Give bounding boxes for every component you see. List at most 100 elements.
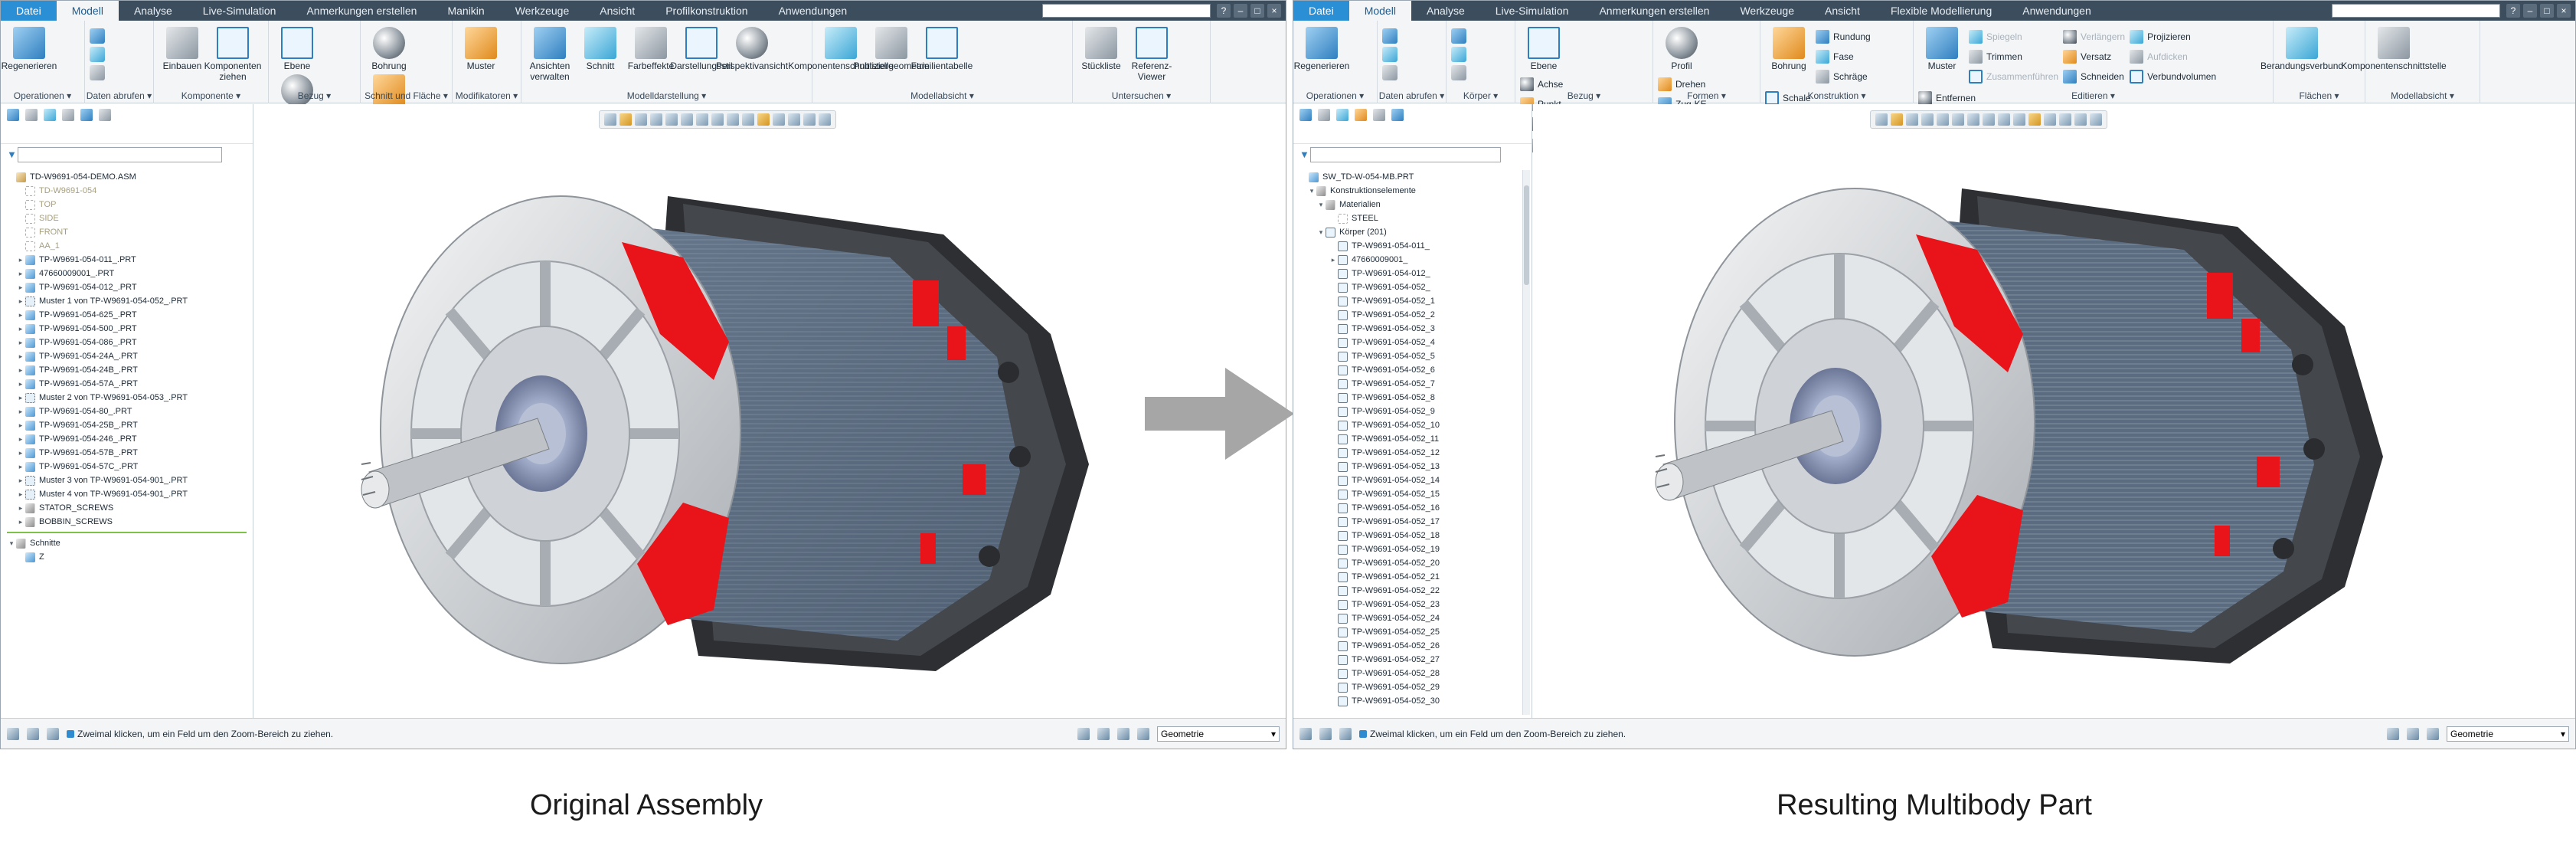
saved-views-icon[interactable] <box>681 113 693 126</box>
help-icon[interactable]: ? <box>2506 4 2520 18</box>
tree-search-input[interactable] <box>18 147 222 162</box>
tab-werkzeuge[interactable]: Werkzeuge <box>500 1 585 21</box>
expand-arrow-icon[interactable]: ▸ <box>16 283 25 292</box>
appearance-icon[interactable] <box>2090 113 2102 126</box>
tree-item[interactable]: ▸ TP-W9691-054-25B_.PRT <box>7 418 247 432</box>
tree-item[interactable]: TOP <box>7 198 247 211</box>
expand-arrow-icon[interactable]: ▸ <box>16 325 25 333</box>
tree-body-item[interactable]: TP-W9691-054-052_21 <box>1299 570 1525 584</box>
expand-arrow-icon[interactable]: ▸ <box>16 504 25 513</box>
ribbon-group-label[interactable]: Daten abrufen ▾ <box>85 90 153 101</box>
ribbon-group-label[interactable]: Editieren ▾ <box>1914 90 2273 101</box>
tool-icon[interactable] <box>1382 65 1398 80</box>
expand-arrow-icon[interactable]: ▸ <box>16 449 25 457</box>
tab-analyse[interactable]: Analyse <box>1411 1 1480 21</box>
maximize-icon[interactable]: □ <box>2540 4 2554 18</box>
tree-item[interactable]: SIDE <box>7 211 247 225</box>
tree-item[interactable]: ▸ TP-W9691-054-625_.PRT <box>7 308 247 322</box>
zusammenführen-button[interactable]: Zusammenführen <box>1969 68 2058 85</box>
ribbon-group-label[interactable]: Modifikatoren ▾ <box>453 90 521 101</box>
ribbon-group-label[interactable]: Bezug ▾ <box>269 90 360 101</box>
tool-icon[interactable] <box>90 28 105 44</box>
ribbon-group-label[interactable]: Operationen ▾ <box>1293 90 1377 101</box>
refit-icon[interactable] <box>604 113 616 126</box>
tree-item[interactable]: ▸ BOBBIN_SCREWS <box>7 515 247 529</box>
ribbon-group-label[interactable]: Konstruktion ▾ <box>1760 90 1913 101</box>
tree-item[interactable]: ▸ 47660009001_.PRT <box>7 267 247 280</box>
tree-item[interactable]: ▸ TP-W9691-054-57A_.PRT <box>7 377 247 391</box>
section-view-icon[interactable] <box>1983 113 1995 126</box>
verlängern-button[interactable]: Verlängern <box>2063 28 2125 45</box>
farbeffekte-button[interactable]: Farbeffekte <box>627 24 675 71</box>
bohrung-button[interactable]: Bohrung <box>365 24 413 71</box>
tree-body-item[interactable]: TP-W9691-054-052_29 <box>1299 680 1525 694</box>
tree-item[interactable]: ▸ Muster 3 von TP-W9691-054-901_.PRT <box>7 473 247 487</box>
refit-icon[interactable] <box>1875 113 1888 126</box>
bohrung-button[interactable]: Bohrung <box>1765 24 1813 71</box>
selection-box-icon[interactable] <box>1097 727 1110 740</box>
einbauen-button[interactable]: Einbauen <box>159 24 206 71</box>
expand-arrow-icon[interactable]: ▸ <box>16 366 25 375</box>
tree-body-item[interactable]: TP-W9691-054-052_10 <box>1299 418 1525 432</box>
tab-manikin[interactable]: Manikin <box>432 1 499 21</box>
regenerieren-button[interactable]: Regenerieren <box>1294 24 1349 71</box>
orientation-icon[interactable] <box>1937 113 1949 126</box>
tree-item[interactable]: ▸ TP-W9691-054-80_.PRT <box>7 405 247 418</box>
tree-body-item[interactable]: TP-W9691-054-011_ <box>1299 239 1525 253</box>
display-icon[interactable] <box>1373 109 1385 121</box>
tab-anwendungen[interactable]: Anwendungen <box>763 1 863 21</box>
tool-icon[interactable] <box>1382 47 1398 62</box>
tree-body-item[interactable]: TP-W9691-054-052_12 <box>1299 446 1525 460</box>
ribbon-group-label[interactable]: Schnitt und Fläche ▾ <box>361 90 452 101</box>
zoom-out-icon[interactable] <box>1906 113 1918 126</box>
tab-ansicht[interactable]: Ansicht <box>584 1 650 21</box>
display-style-icon[interactable] <box>1967 113 1979 126</box>
expand-arrow-icon[interactable]: ▸ <box>16 297 25 306</box>
muster-button[interactable]: Muster <box>457 24 505 71</box>
flip-icon[interactable] <box>788 113 800 126</box>
graphics-window[interactable] <box>254 104 1286 718</box>
expand-arrow-icon[interactable]: ▸ <box>16 380 25 388</box>
tree-body-item[interactable]: TP-W9691-054-052_1 <box>1299 294 1525 308</box>
tree-body-item[interactable]: TP-W9691-054-052_9 <box>1299 405 1525 418</box>
spin-center-icon[interactable] <box>757 113 770 126</box>
tree-body-item[interactable]: TP-W9691-054-052_16 <box>1299 501 1525 515</box>
message-log-icon[interactable] <box>7 727 19 740</box>
tree-item[interactable]: ▸ TP-W9691-054-57C_.PRT <box>7 460 247 473</box>
tree-body-item[interactable]: TP-W9691-054-052_24 <box>1299 611 1525 625</box>
orientation-icon[interactable] <box>665 113 678 126</box>
tree-materials[interactable]: ▾ Materialien <box>1299 198 1525 211</box>
tool-icon[interactable] <box>90 47 105 62</box>
display-icon[interactable] <box>62 109 74 121</box>
tree-material[interactable]: STEEL <box>1299 211 1525 225</box>
tree-body-item[interactable]: ▸ 47660009001_ <box>1299 253 1525 267</box>
tree-item[interactable]: ▸ STATOR_SCREWS <box>7 501 247 515</box>
expand-icon[interactable] <box>1391 109 1404 121</box>
ansichten-verwalten-button[interactable]: Ansichten verwalten <box>526 24 574 82</box>
tree-item[interactable]: ▸ Muster 4 von TP-W9691-054-901_.PRT <box>7 487 247 501</box>
tree-body-item[interactable]: TP-W9691-054-052_11 <box>1299 432 1525 446</box>
tab-werkzeuge[interactable]: Werkzeuge <box>1724 1 1809 21</box>
fullscreen-icon[interactable] <box>1137 727 1149 740</box>
spin-center-icon[interactable] <box>2028 113 2041 126</box>
tree-body-item[interactable]: TP-W9691-054-052_26 <box>1299 639 1525 653</box>
tool-icon[interactable] <box>1451 28 1466 44</box>
message-log-icon[interactable] <box>1299 727 1312 740</box>
ribbon-group-label[interactable]: Flächen ▾ <box>2274 90 2365 101</box>
find-icon[interactable] <box>2387 727 2399 740</box>
tree-settings-icon[interactable] <box>1299 109 1312 121</box>
zoom-in-icon[interactable] <box>1891 113 1903 126</box>
regenerieren-button[interactable]: Regenerieren <box>2 24 57 71</box>
tree-body-item[interactable]: TP-W9691-054-052_15 <box>1299 487 1525 501</box>
model-tree-toggle-icon[interactable] <box>1319 727 1332 740</box>
tree-item[interactable]: FRONT <box>7 225 247 239</box>
tree-body-item[interactable]: TP-W9691-054-052_27 <box>1299 653 1525 667</box>
help-icon[interactable]: ? <box>1217 4 1231 18</box>
tab-datei[interactable]: Datei <box>1293 1 1349 21</box>
selection-filter[interactable]: Geometrie ▾ <box>2447 726 2569 742</box>
smart-select-icon[interactable] <box>1117 727 1129 740</box>
repaint-icon[interactable] <box>1921 113 1934 126</box>
minimize-icon[interactable]: – <box>2523 4 2537 18</box>
expand-arrow-icon[interactable]: ▸ <box>16 311 25 319</box>
tab-anmerkungen-erstellen[interactable]: Anmerkungen erstellen <box>291 1 432 21</box>
